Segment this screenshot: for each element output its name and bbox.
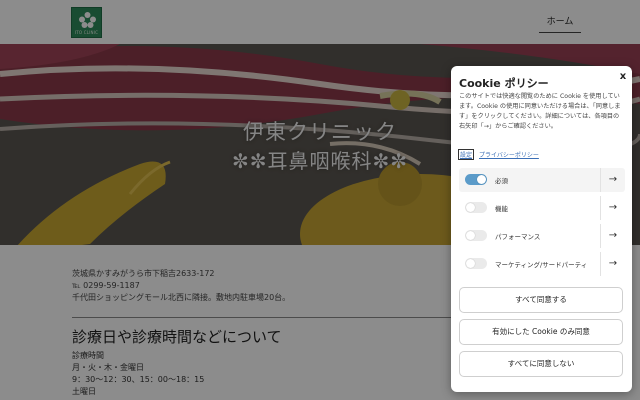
category-label: 必須 bbox=[495, 177, 508, 185]
arrow-right-icon[interactable]: → bbox=[600, 196, 625, 220]
toggle-knob bbox=[477, 175, 486, 184]
arrow-right-icon[interactable]: → bbox=[600, 224, 625, 248]
accept-selected-button[interactable]: 有効にした Cookie のみ同意 bbox=[459, 319, 623, 345]
cookie-policy-dialog: Cookie ポリシー x このサイトでは快適な閲覧のために Cookie を使… bbox=[451, 66, 632, 392]
functional-toggle[interactable] bbox=[465, 202, 487, 213]
cookie-category-functional: 機能 → bbox=[459, 196, 625, 220]
toggle-knob bbox=[466, 203, 475, 212]
toggle-knob bbox=[466, 231, 475, 240]
arrow-right-icon[interactable]: → bbox=[600, 168, 625, 192]
accept-all-button[interactable]: すべて同意する bbox=[459, 287, 623, 313]
cookie-links: 設定 プライバシーポリシー bbox=[457, 149, 625, 160]
reject-all-button[interactable]: すべてに同意しない bbox=[459, 351, 623, 377]
category-label: パフォーマンス bbox=[495, 233, 541, 241]
category-label: 機能 bbox=[495, 205, 508, 213]
category-label: マーケティング/サードパーティ bbox=[495, 261, 588, 269]
cookie-category-necessary: 必須 → bbox=[459, 168, 625, 192]
necessary-toggle[interactable] bbox=[465, 174, 487, 185]
settings-link[interactable]: 設定 bbox=[457, 149, 475, 160]
marketing-toggle[interactable] bbox=[465, 258, 487, 269]
cookie-description: このサイトでは快適な閲覧のために Cookie を使用しています。Cookie … bbox=[459, 93, 621, 130]
cookie-dialog-title: Cookie ポリシー bbox=[459, 77, 549, 90]
privacy-policy-link[interactable]: プライバシーポリシー bbox=[479, 150, 539, 159]
arrow-right-icon[interactable]: → bbox=[600, 252, 625, 276]
performance-toggle[interactable] bbox=[465, 230, 487, 241]
close-icon[interactable]: x bbox=[617, 71, 629, 83]
cookie-category-marketing: マーケティング/サードパーティ → bbox=[459, 252, 625, 276]
cookie-category-performance: パフォーマンス → bbox=[459, 224, 625, 248]
toggle-knob bbox=[466, 259, 475, 268]
